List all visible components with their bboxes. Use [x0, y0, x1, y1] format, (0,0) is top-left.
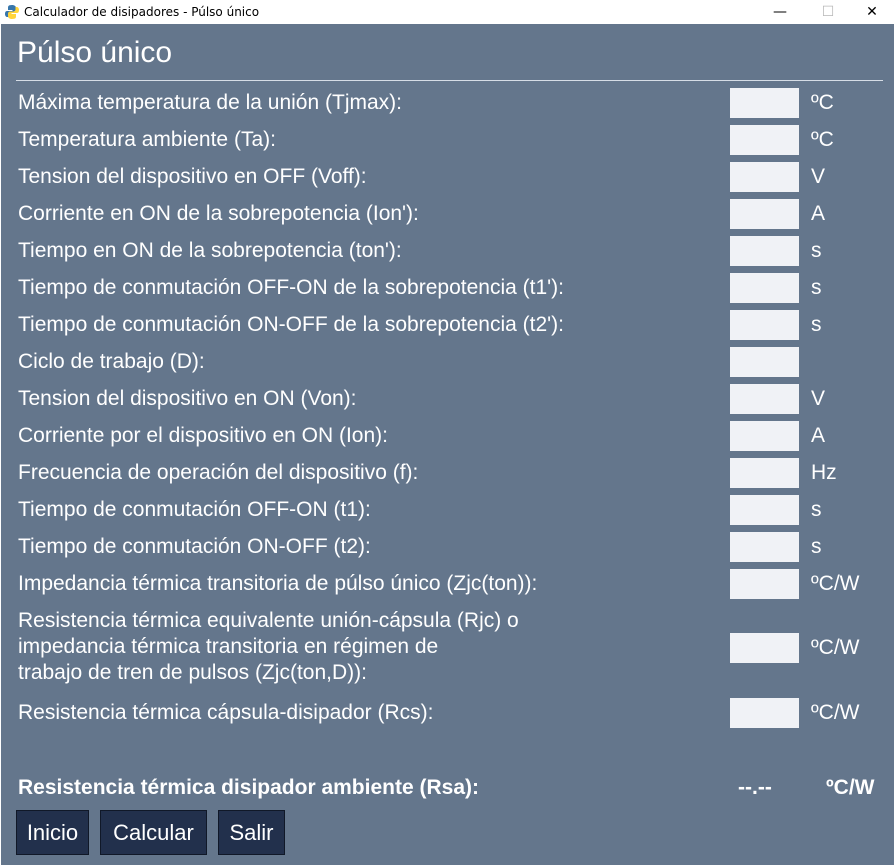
label-rjc-zjc: Resistencia térmica equivalente unión-cá…: [18, 609, 519, 684]
python-app-icon: [5, 5, 19, 19]
label-t2: Tiempo de conmutación ON-OFF (t2):: [18, 535, 371, 558]
unit-rjc-zjc: ºC/W: [811, 636, 860, 659]
unit-rcs: ºC/W: [811, 701, 860, 724]
close-button[interactable]: ✕: [849, 0, 895, 24]
unit-t2: s: [811, 535, 822, 558]
unit-ton-prime: s: [811, 239, 822, 262]
label-von: Tension del dispositivo en ON (Von):: [18, 387, 357, 410]
input-voff[interactable]: [730, 162, 799, 192]
heading-divider: [16, 80, 883, 81]
maximize-button[interactable]: ☐: [805, 0, 851, 24]
label-duty-cycle: Ciclo de trabajo (D):: [18, 350, 205, 373]
unit-von: V: [811, 387, 826, 410]
input-rjc-zjc[interactable]: [730, 633, 799, 663]
result-value: --.--: [738, 776, 772, 799]
label-rcs: Resistencia térmica cápsula-disipador (R…: [18, 701, 434, 724]
input-duty-cycle[interactable]: [730, 347, 799, 377]
page-title: Púlso único: [17, 36, 173, 69]
unit-voff: V: [811, 165, 826, 188]
unit-ion-prime: A: [811, 202, 826, 225]
input-rcs[interactable]: [730, 698, 799, 728]
unit-t2-prime: s: [811, 313, 822, 336]
unit-frequency: Hz: [811, 461, 837, 484]
unit-tjmax: ºC: [811, 91, 834, 114]
input-tjmax[interactable]: [730, 88, 799, 118]
input-t2[interactable]: [730, 532, 799, 562]
input-ton-prime[interactable]: [730, 236, 799, 266]
input-von[interactable]: [730, 384, 799, 414]
title-bar: Calculador de disipadores - Púlso único …: [0, 0, 895, 24]
label-voff: Tension del dispositivo en OFF (Voff):: [18, 165, 367, 188]
label-ion: Corriente por el dispositivo en ON (Ion)…: [18, 424, 388, 447]
unit-t1: s: [811, 498, 822, 521]
input-t1-prime[interactable]: [730, 273, 799, 303]
result-label: Resistencia térmica disipador ambiente (…: [18, 776, 479, 799]
input-ta[interactable]: [730, 125, 799, 155]
label-tjmax: Máxima temperatura de la unión (Tjmax):: [18, 91, 402, 114]
unit-zjc-ton: ºC/W: [811, 572, 860, 595]
calcular-button[interactable]: Calcular: [100, 810, 207, 855]
input-ion[interactable]: [730, 421, 799, 451]
label-t1: Tiempo de conmutación OFF-ON (t1):: [18, 498, 371, 521]
label-ion-prime: Corriente en ON de la sobrepotencia (Ion…: [18, 202, 419, 225]
label-ta: Temperatura ambiente (Ta):: [18, 128, 276, 151]
unit-t1-prime: s: [811, 276, 822, 299]
label-t1-prime: Tiempo de conmutación OFF-ON de la sobre…: [18, 276, 564, 299]
input-t1[interactable]: [730, 495, 799, 525]
window-title: Calculador de disipadores - Púlso único: [24, 5, 260, 19]
unit-ion: A: [811, 424, 826, 447]
label-ton-prime: Tiempo en ON de la sobrepotencia (ton'):: [18, 239, 402, 262]
input-frequency[interactable]: [730, 458, 799, 488]
minimize-button[interactable]: —: [757, 0, 803, 24]
input-zjc-ton[interactable]: [730, 569, 799, 599]
inicio-button[interactable]: Inicio: [16, 810, 89, 855]
label-zjc-ton: Impedancia térmica transitoria de púlso …: [18, 572, 538, 595]
unit-ta: ºC: [811, 128, 834, 151]
input-t2-prime[interactable]: [730, 310, 799, 340]
result-unit: ºC/W: [826, 776, 875, 799]
input-ion-prime[interactable]: [730, 199, 799, 229]
salir-button[interactable]: Salir: [218, 810, 285, 855]
label-frequency: Frecuencia de operación del dispositivo …: [18, 461, 419, 484]
label-t2-prime: Tiempo de conmutación ON-OFF de la sobre…: [18, 313, 564, 336]
